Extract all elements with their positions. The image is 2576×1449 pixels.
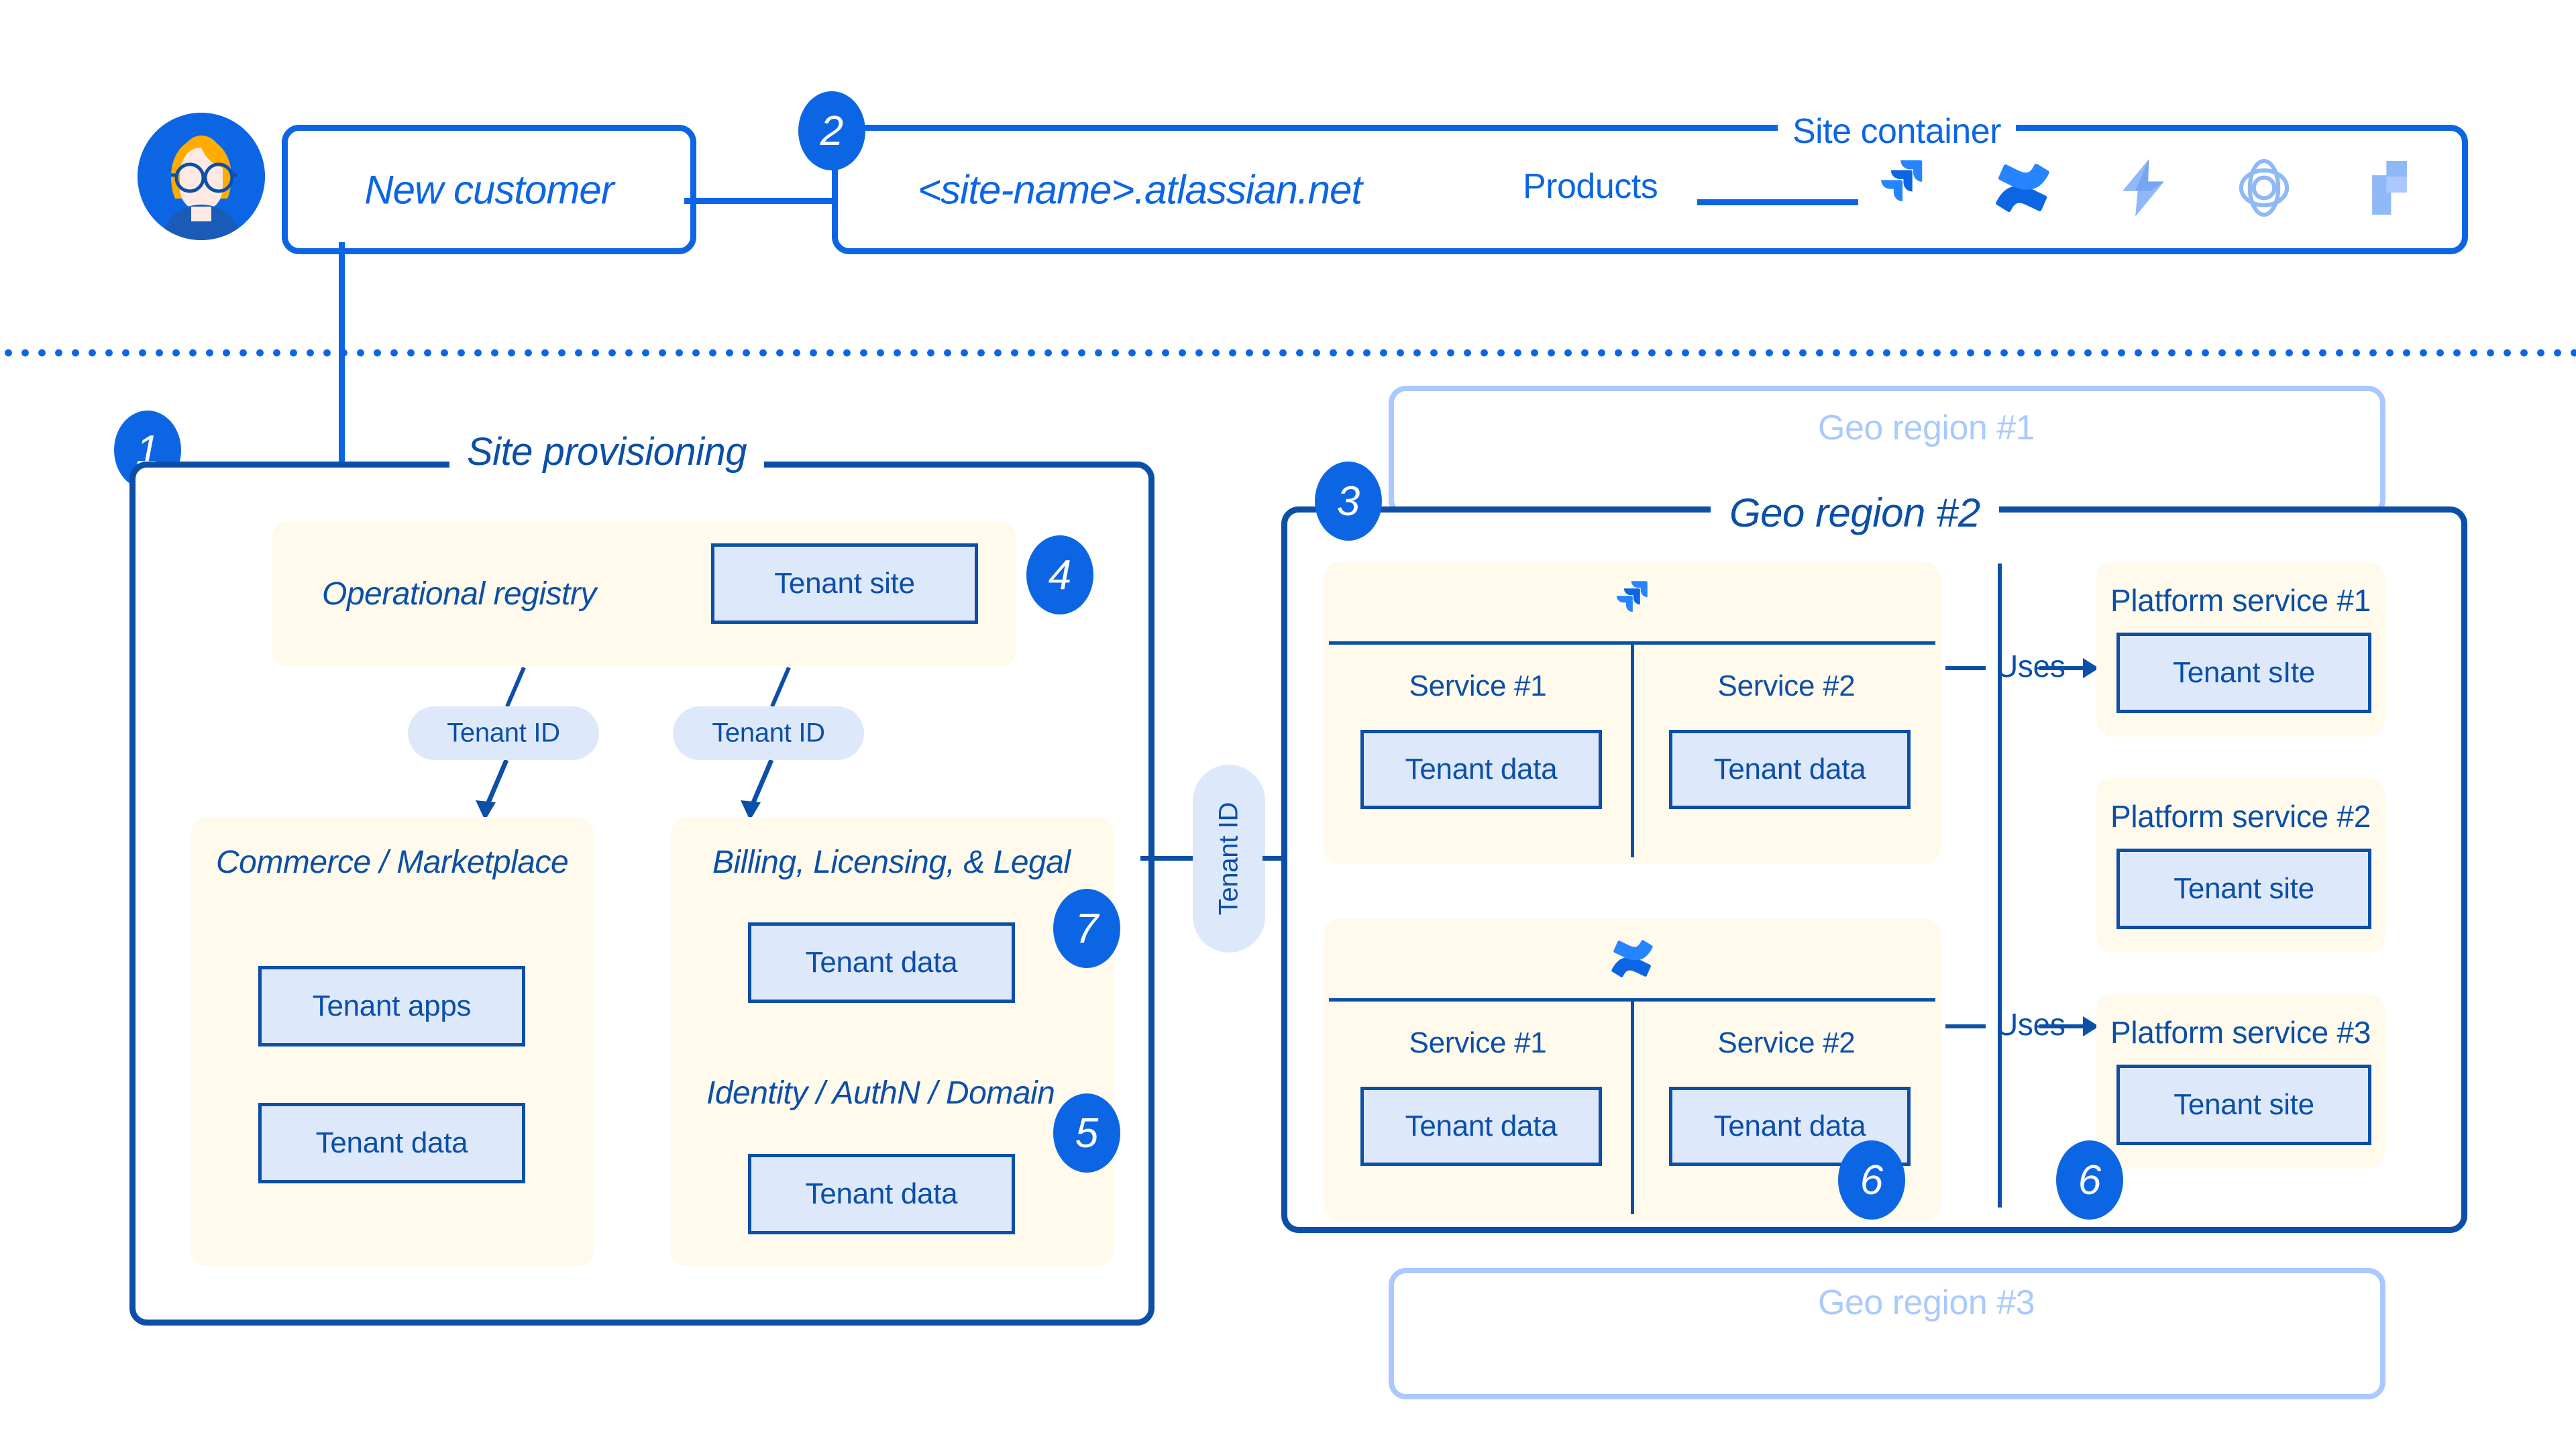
tenant-site-label: Tenant site bbox=[2174, 1088, 2314, 1121]
tenant-id-pill-label: Tenant ID bbox=[447, 718, 560, 748]
confluence-icon bbox=[1324, 936, 1941, 981]
products-connector-line bbox=[1697, 199, 1858, 205]
uses-line-bottom-right bbox=[2039, 1024, 2088, 1028]
product-group-jira: Service #1 Service #2 Tenant data Tenant… bbox=[1324, 562, 1941, 864]
tenant-id-pill-label: Tenant ID bbox=[712, 718, 825, 748]
site-provisioning-title: Site provisioning bbox=[449, 429, 765, 474]
service-1-label: Service #1 bbox=[1409, 669, 1547, 702]
badge-7-label: 7 bbox=[1075, 905, 1099, 952]
badge-4: 4 bbox=[1026, 535, 1093, 614]
confluence-icon[interactable] bbox=[1992, 158, 2053, 218]
platform-service-3-title: Platform service #3 bbox=[2110, 1015, 2371, 1050]
tenant-data-label: Tenant data bbox=[1405, 1110, 1558, 1142]
site-name-label: <site-name>.atlassian.net bbox=[917, 167, 1362, 212]
new-customer-box[interactable]: New customer bbox=[282, 125, 696, 254]
tenant-data-box-jira-service-2[interactable]: Tenant data bbox=[1669, 730, 1911, 809]
tenant-id-pill-billing: Tenant ID bbox=[673, 706, 864, 760]
tenant-data-box-jira-service-1[interactable]: Tenant data bbox=[1360, 730, 1602, 809]
tenant-id-pill-vertical: Tenant ID bbox=[1193, 765, 1265, 953]
geo-region-3-label: Geo region #3 bbox=[1805, 1283, 2049, 1323]
badge-6-right: 6 bbox=[2056, 1140, 2123, 1220]
tenant-site-label: Tenant site bbox=[2174, 872, 2314, 905]
tenant-data-box-confluence-service-1[interactable]: Tenant data bbox=[1360, 1087, 1602, 1166]
tenant-id-pill-commerce: Tenant ID bbox=[408, 706, 599, 760]
badge-5-label: 5 bbox=[1075, 1110, 1099, 1157]
badge-2-label: 2 bbox=[820, 107, 844, 154]
bitbucket-icon[interactable] bbox=[2355, 158, 2415, 218]
tenant-id-connector-left bbox=[1140, 856, 1195, 861]
tenant-data-label: Tenant data bbox=[805, 946, 958, 979]
product-icon-row bbox=[1872, 158, 2415, 218]
badge-4-label: 4 bbox=[1048, 551, 1072, 598]
platform-service-1-panel: Platform service #1 Tenant sIte bbox=[2096, 562, 2385, 737]
platform-service-1-title: Platform service #1 bbox=[2110, 583, 2371, 618]
tenant-site-box[interactable]: Tenant site bbox=[711, 543, 978, 624]
geo-region-1-label: Geo region #1 bbox=[1805, 408, 2049, 448]
geo-region-2-title: Geo region #2 bbox=[1711, 490, 1999, 536]
tenant-site-label: Tenant sIte bbox=[2173, 656, 2315, 689]
service-1-label: Service #1 bbox=[1409, 1026, 1547, 1059]
tenant-site-box-platform-1[interactable]: Tenant sIte bbox=[2116, 633, 2371, 713]
platform-service-2-panel: Platform service #2 Tenant site bbox=[2096, 778, 2385, 953]
avatar bbox=[138, 113, 265, 240]
tenant-data-box-identity[interactable]: Tenant data bbox=[748, 1154, 1015, 1234]
products-label: Products bbox=[1523, 167, 1658, 206]
connector-customer-to-sitename bbox=[684, 198, 833, 204]
badge-3-label: 3 bbox=[1336, 478, 1360, 525]
new-customer-label: New customer bbox=[364, 167, 614, 212]
badge-6-right-label: 6 bbox=[2078, 1157, 2102, 1203]
tenant-site-box-label: Tenant site bbox=[774, 567, 915, 600]
site-name-box[interactable]: <site-name>.atlassian.net bbox=[832, 125, 1442, 254]
badge-3: 3 bbox=[1315, 462, 1382, 541]
service-2-label: Service #2 bbox=[1717, 669, 1856, 702]
tenant-id-vertical-label: Tenant ID bbox=[1214, 802, 1244, 916]
jira-icon[interactable] bbox=[1872, 158, 1932, 218]
platform-service-2-title: Platform service #2 bbox=[2110, 799, 2371, 834]
tenant-data-label: Tenant data bbox=[805, 1177, 958, 1210]
tenant-data-label: Tenant data bbox=[1713, 1110, 1866, 1142]
tenant-data-label: Tenant data bbox=[1405, 753, 1558, 786]
jira-service-management-icon[interactable] bbox=[2113, 158, 2174, 218]
platform-service-3-panel: Platform service #3 Tenant site bbox=[2096, 994, 2385, 1169]
environment-divider bbox=[0, 348, 2576, 358]
tenant-data-label: Tenant data bbox=[1713, 753, 1866, 786]
tenant-data-label: Tenant data bbox=[315, 1126, 468, 1159]
tenant-site-box-platform-3[interactable]: Tenant site bbox=[2116, 1065, 2371, 1145]
identity-authn-domain-label: Identity / AuthN / Domain bbox=[706, 1075, 1055, 1111]
operational-registry-label: Operational registry bbox=[322, 576, 596, 612]
tenant-apps-label: Tenant apps bbox=[312, 989, 472, 1022]
jira-icon bbox=[1324, 580, 1941, 624]
tenant-apps-box[interactable]: Tenant apps bbox=[258, 966, 525, 1046]
uses-line-bottom-left bbox=[1945, 1024, 1986, 1028]
badge-6-left-label: 6 bbox=[1860, 1157, 1884, 1203]
tenant-data-box-billing[interactable]: Tenant data bbox=[748, 922, 1015, 1003]
tenant-site-box-platform-2[interactable]: Tenant site bbox=[2116, 849, 2371, 929]
uses-line-top-left bbox=[1945, 666, 1986, 670]
badge-7: 7 bbox=[1053, 889, 1120, 968]
uses-line-top-right bbox=[2039, 666, 2088, 670]
billing-licensing-legal-label: Billing, Licensing, & Legal bbox=[712, 845, 1071, 880]
commerce-marketplace-label: Commerce / Marketplace bbox=[216, 845, 569, 880]
service-2-label: Service #2 bbox=[1717, 1026, 1856, 1059]
site-container-title: Site container bbox=[1778, 111, 2016, 152]
badge-5: 5 bbox=[1053, 1093, 1120, 1173]
tenant-data-box-commerce[interactable]: Tenant data bbox=[258, 1103, 525, 1183]
badge-6-left: 6 bbox=[1838, 1140, 1905, 1220]
compass-icon[interactable] bbox=[2234, 158, 2294, 218]
badge-2: 2 bbox=[798, 91, 865, 170]
